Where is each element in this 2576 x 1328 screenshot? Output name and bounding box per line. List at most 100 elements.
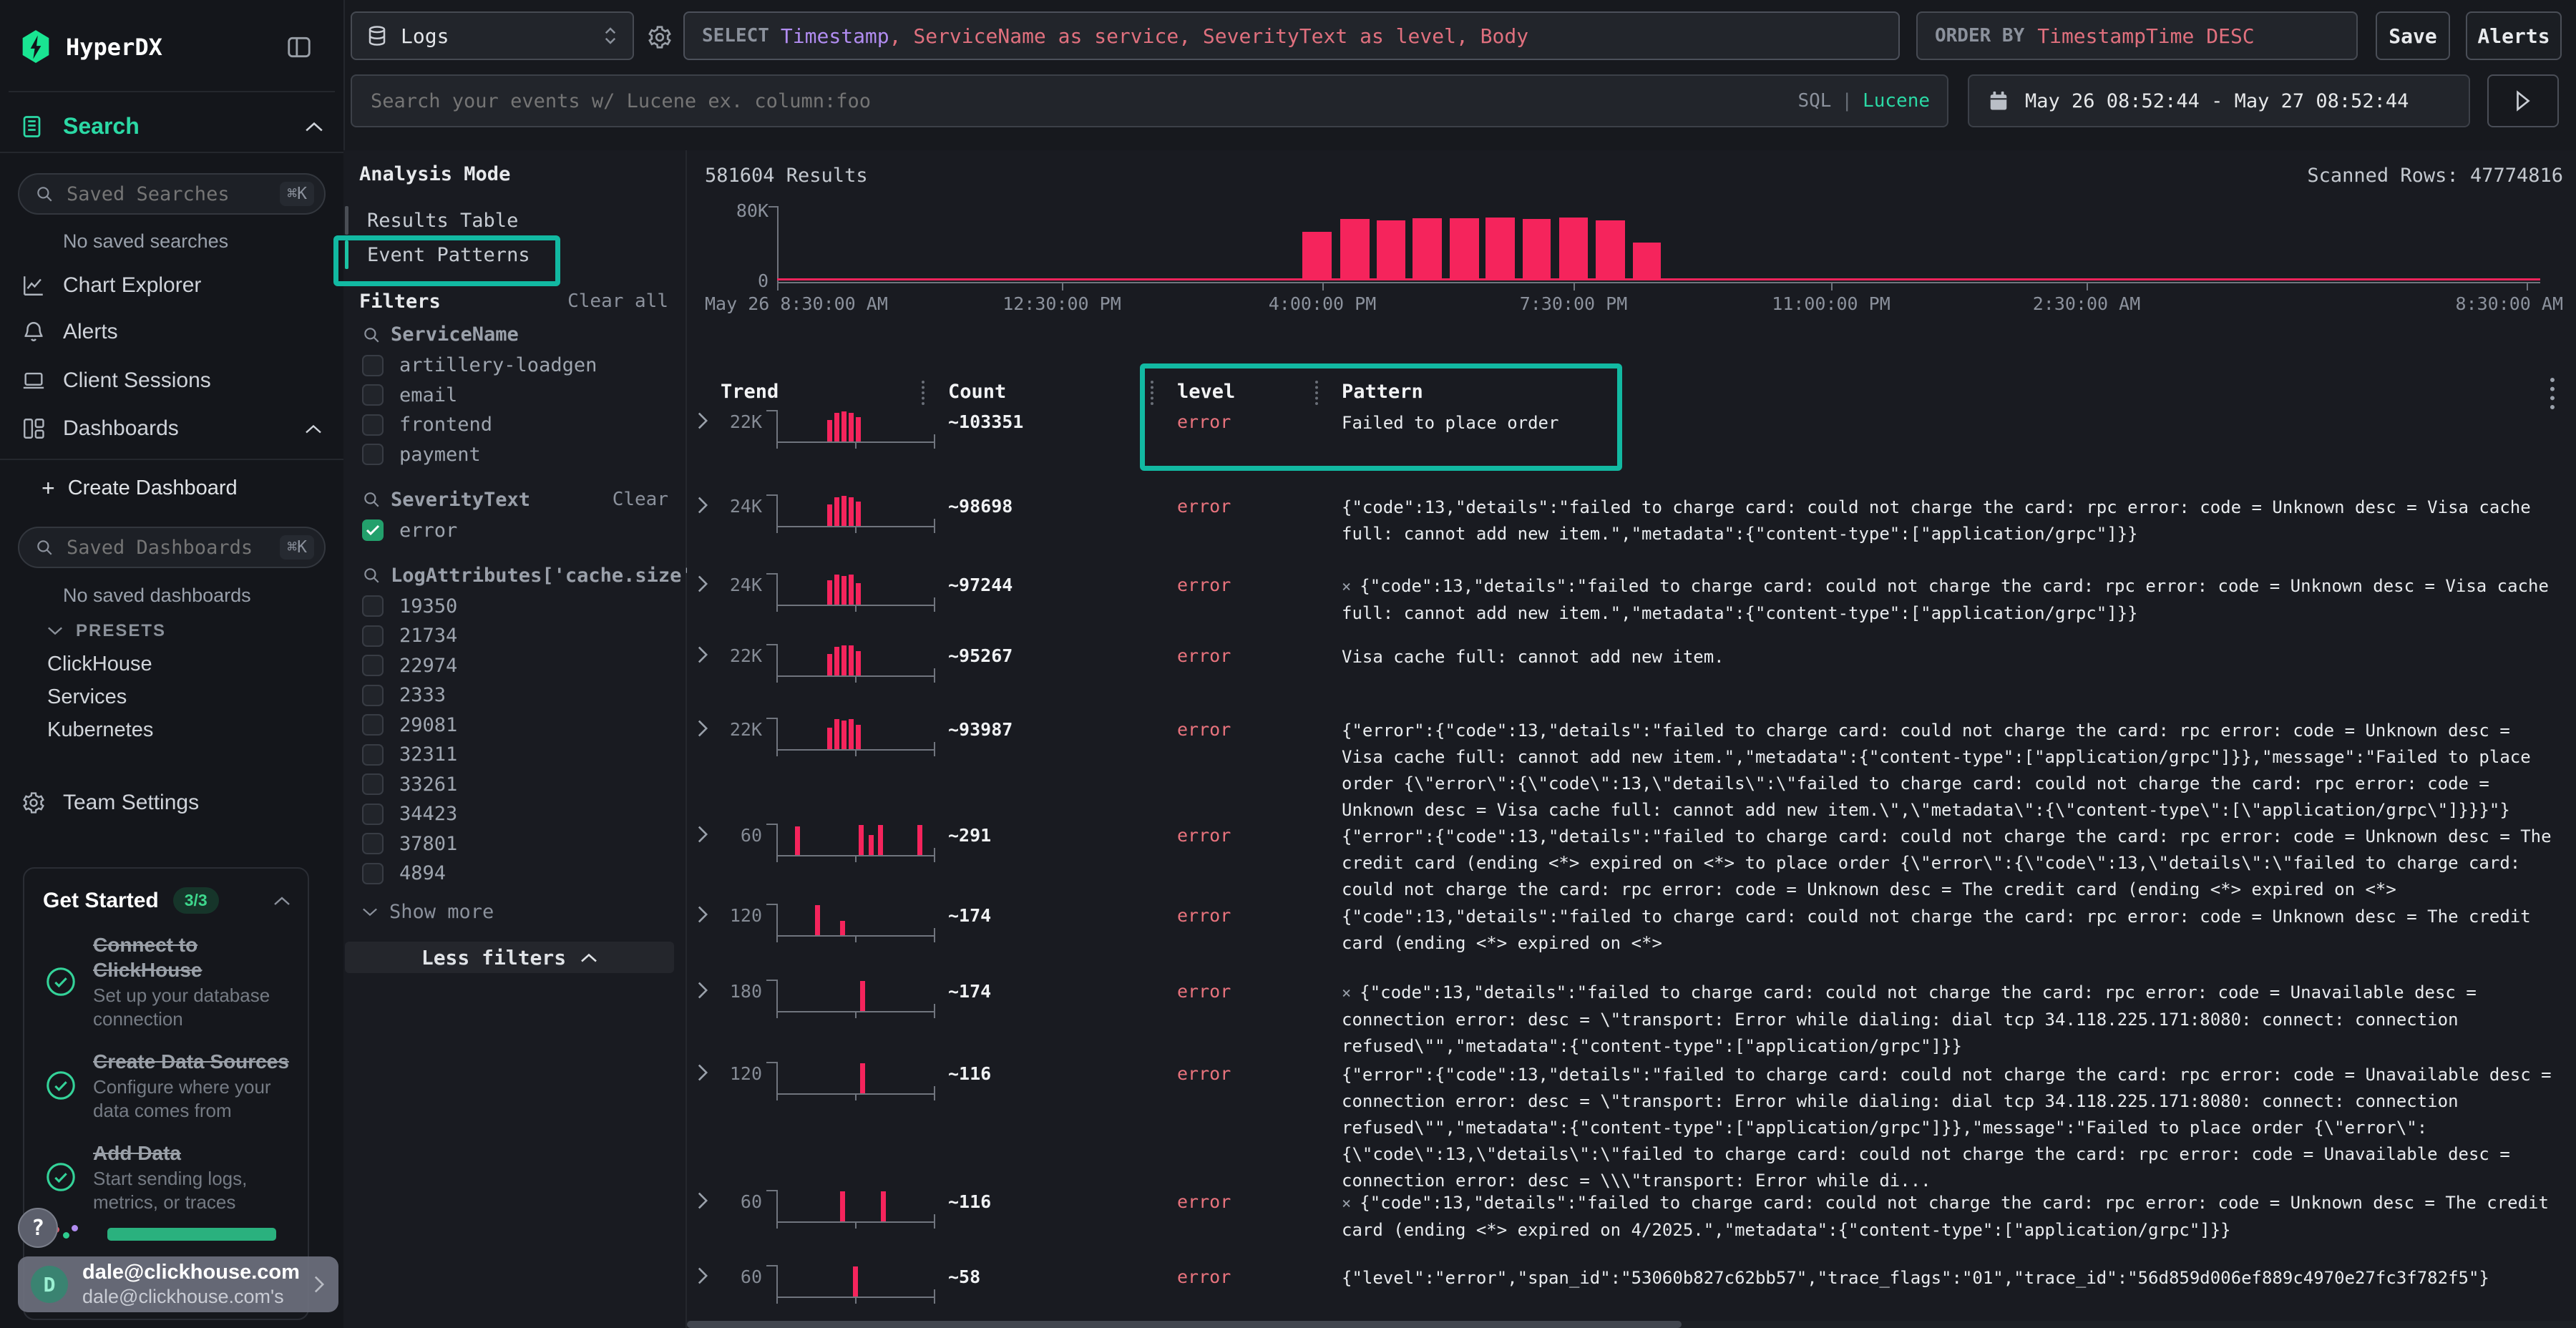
chevron-up-icon[interactable] [305,120,323,133]
column-drag-handle[interactable] [1315,381,1318,405]
chevron-up-icon[interactable] [305,424,322,434]
filter-option-29081[interactable]: 29081 [362,714,663,736]
less-filters-button[interactable]: Less filters [345,942,674,973]
help-button[interactable]: ? [18,1208,58,1248]
save-button[interactable]: Save [2376,11,2450,60]
histogram-bar[interactable] [1523,219,1551,278]
scrollbar-thumb[interactable] [687,1321,1682,1328]
checkbox[interactable] [362,863,384,884]
histogram-bar[interactable] [1450,218,1479,278]
lucene-search-bar[interactable]: SQL | Lucene [351,74,1948,127]
show-more-button[interactable]: Show more [362,901,494,923]
checkbox[interactable] [362,685,384,706]
checkbox[interactable] [362,625,384,647]
column-drag-handle[interactable] [922,381,924,405]
pattern-text[interactable]: Visa cache full: cannot add new item. [1342,644,2558,670]
horizontal-scrollbar[interactable] [687,1321,2576,1328]
checkbox[interactable] [362,833,384,854]
source-settings-gear-icon[interactable] [644,21,675,53]
pattern-text[interactable]: {"error":{"code":13,"details":"failed to… [1342,1062,2558,1194]
get-started-item[interactable]: Add DataStart sending logs, metrics, or … [44,1141,291,1214]
checkbox[interactable] [362,773,384,795]
checkbox[interactable] [362,804,384,825]
filter-option-22974[interactable]: 22974 [362,655,663,677]
pattern-text[interactable]: ×{"code":13,"details":"failed to charge … [1342,1190,2558,1244]
histogram-bar[interactable] [1302,232,1332,278]
filter-option-artillery-loadgen[interactable]: artillery-loadgen [362,354,663,376]
sidebar-item-search[interactable]: Search [20,113,323,140]
pattern-text[interactable]: ×{"code":13,"details":"failed to charge … [1342,980,2558,1060]
collapse-x-icon[interactable]: × [1342,578,1351,596]
filter-option-4894[interactable]: 4894 [362,862,663,884]
filter-option-19350[interactable]: 19350 [362,595,663,617]
collapse-sidebar-icon[interactable] [283,31,315,63]
sidebar-item-alerts[interactable]: Alerts [21,320,322,344]
column-header-trend[interactable]: Trend [721,381,779,403]
filter-option-21734[interactable]: 21734 [362,625,663,647]
histogram-bar[interactable] [1377,220,1405,278]
mode-item-event-patterns[interactable]: Event Patterns [345,238,660,271]
checkbox-checked[interactable] [362,519,384,541]
pattern-text[interactable]: ×{"code":13,"details":"failed to charge … [1342,573,2558,627]
checkbox[interactable] [362,444,384,465]
filter-option-37801[interactable]: 37801 [362,833,663,855]
lucene-mode-toggle[interactable]: Lucene [1863,90,1930,112]
search-input[interactable] [369,89,1797,113]
pattern-text[interactable]: Failed to place order [1342,410,2558,436]
alerts-button[interactable]: Alerts [2466,11,2562,60]
filter-option-frontend[interactable]: frontend [362,414,663,436]
run-query-button[interactable] [2487,74,2559,127]
column-header-count[interactable]: Count [948,381,1006,403]
column-header-level[interactable]: level [1177,381,1235,403]
preset-item-clickhouse[interactable]: ClickHouse [47,653,152,676]
sidebar-item-client-sessions[interactable]: Client Sessions [21,368,322,393]
checkbox[interactable] [362,595,384,617]
pattern-text[interactable]: {"error":{"code":13,"details":"failed to… [1342,718,2558,824]
filter-option-payment[interactable]: payment [362,444,663,466]
order-by-input[interactable]: ORDER BY TimestampTime DESC [1916,11,2358,60]
histogram-bar[interactable] [1596,220,1625,278]
filter-option-32311[interactable]: 32311 [362,743,663,766]
histogram-bar[interactable] [1413,218,1442,278]
mode-item-results-table[interactable]: Results Table [345,204,660,237]
saved-dashboards-search[interactable]: ⌘K [18,527,326,568]
results-histogram[interactable]: 80K0May 26 8:30:00 AM12:30:00 PM4:00:00 … [687,150,2576,322]
filter-option-2333[interactable]: 2333 [362,684,663,706]
user-account-chip[interactable]: D dale@clickhouse.com dale@clickhouse.co… [18,1256,338,1312]
histogram-bar[interactable] [1485,218,1515,278]
filter-clear-button[interactable]: Clear [613,489,668,510]
sidebar-item-chart-explorer[interactable]: Chart Explorer [21,273,322,298]
filter-option-error[interactable]: error [362,519,663,542]
get-started-item[interactable]: Connect to ClickHouseSet up your databas… [44,932,291,1030]
sidebar-item-dashboards[interactable]: Dashboards [21,416,322,441]
clear-all-button[interactable]: Clear all [567,290,668,312]
checkbox[interactable] [362,714,384,736]
checkbox[interactable] [362,355,384,376]
sql-mode-toggle[interactable]: SQL [1797,90,1831,112]
chevron-up-icon[interactable] [273,895,291,907]
time-range-picker[interactable]: May 26 08:52:44 - May 27 08:52:44 [1968,74,2470,127]
saved-searches-search[interactable]: ⌘K [18,173,326,215]
pattern-text[interactable]: {"level":"error","span_id":"53060b827c62… [1342,1265,2558,1292]
select-query-input[interactable]: SELECT Timestamp, ServiceName as service… [683,11,1900,60]
source-selector[interactable]: Logs [351,11,634,60]
histogram-bar[interactable] [1559,218,1588,278]
checkbox[interactable] [362,384,384,406]
create-dashboard-button[interactable]: + Create Dashboard [42,475,238,502]
presets-toggle[interactable]: PRESETS [47,621,166,641]
filter-option-email[interactable]: email [362,384,663,406]
pattern-text[interactable]: {"code":13,"details":"failed to charge c… [1342,494,2558,547]
pattern-text[interactable]: {"error":{"code":13,"details":"failed to… [1342,824,2558,903]
collapse-x-icon[interactable]: × [1342,1195,1351,1213]
saved-dashboards-input[interactable] [65,536,268,560]
preset-item-kubernetes[interactable]: Kubernetes [47,718,153,742]
checkbox[interactable] [362,414,384,436]
histogram-bar[interactable] [1340,219,1370,278]
collapse-x-icon[interactable]: × [1342,985,1351,1002]
column-header-pattern[interactable]: Pattern [1342,381,1423,403]
table-options-kebab-icon[interactable] [2550,378,2555,409]
histogram-bar[interactable] [1633,243,1661,278]
preset-item-services[interactable]: Services [47,685,127,709]
filter-option-34423[interactable]: 34423 [362,803,663,825]
filter-option-33261[interactable]: 33261 [362,773,663,796]
